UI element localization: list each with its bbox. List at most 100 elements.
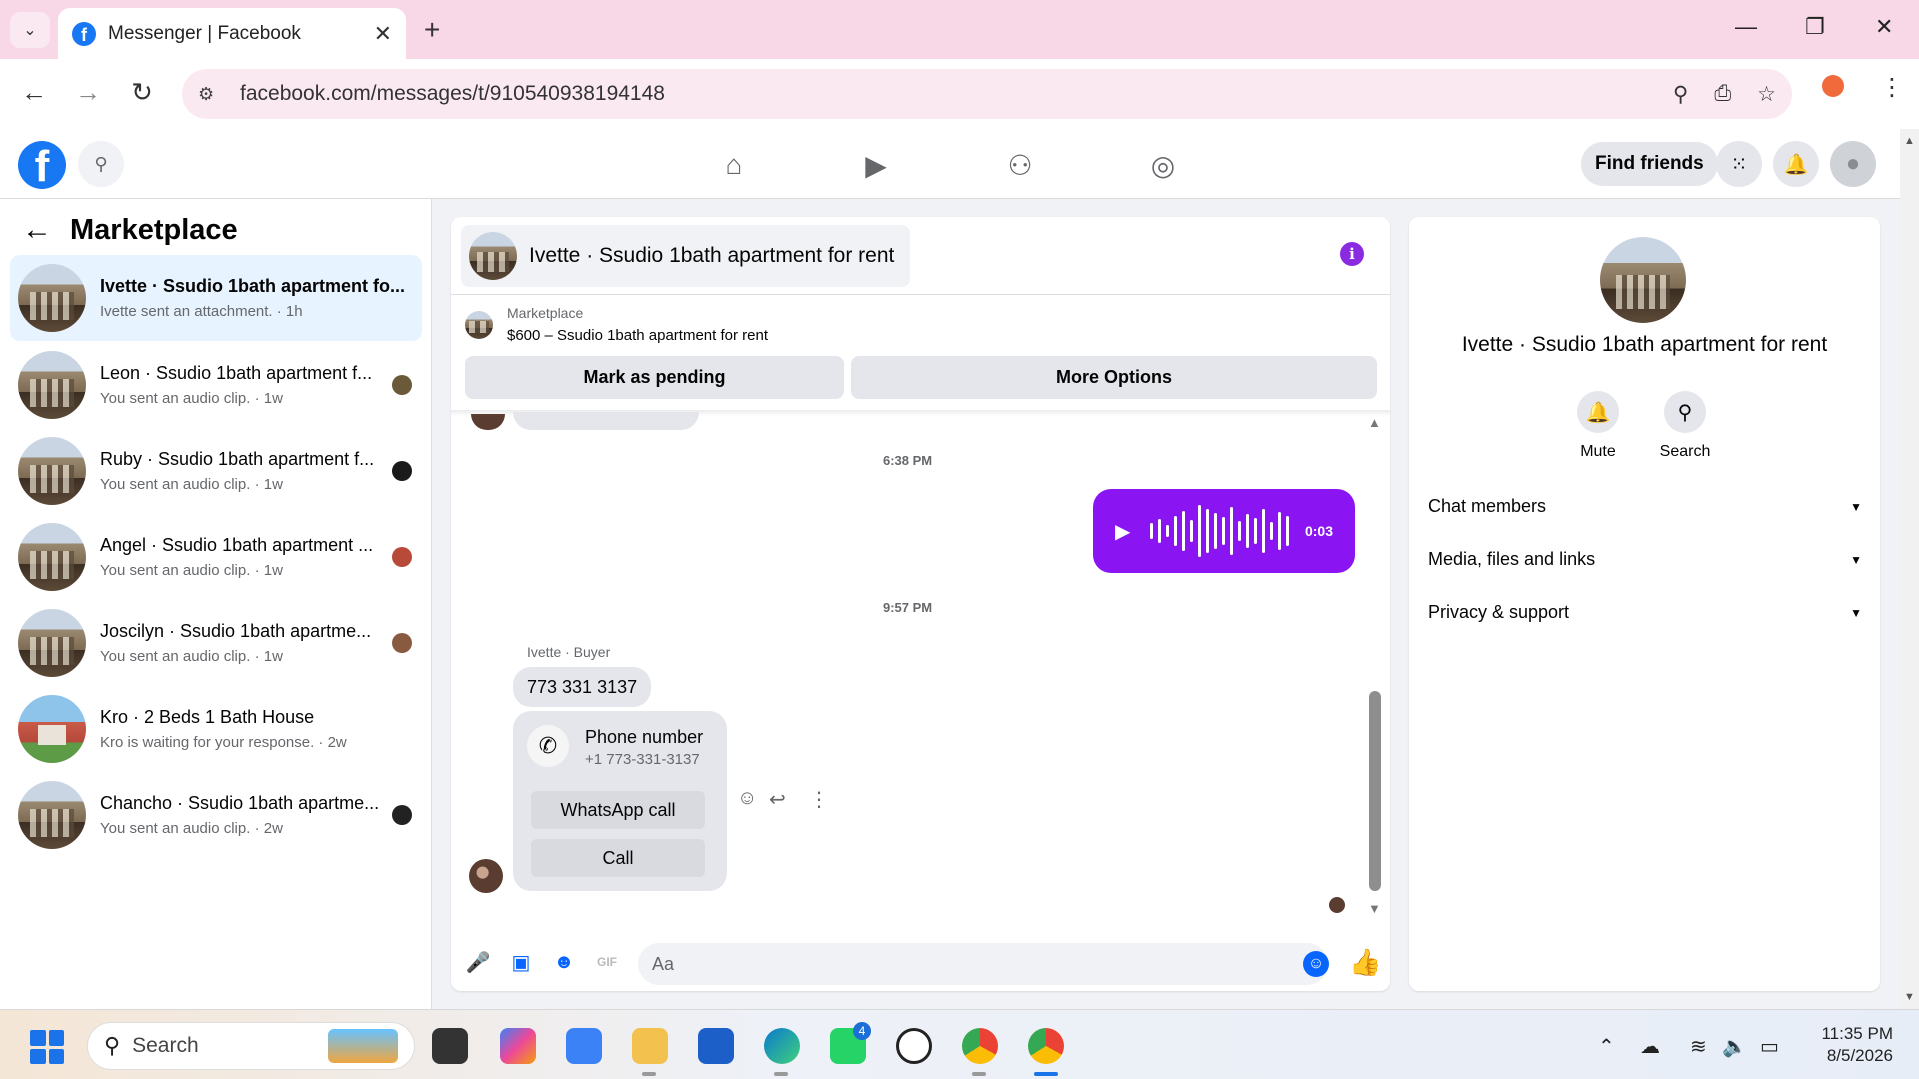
microsoft-store-icon[interactable] (698, 1028, 734, 1064)
message-input[interactable]: Aa (638, 943, 1328, 985)
message-bubble[interactable]: 773 331 3137 (513, 667, 652, 707)
find-friends-button[interactable]: Find friends (1581, 142, 1718, 186)
zoom-icon[interactable]: ⚲ (1673, 82, 1688, 107)
waveform-bar (1278, 512, 1282, 550)
avatar (18, 781, 86, 849)
scroll-up-arrow[interactable]: ▲ (1368, 415, 1381, 430)
mark-pending-button[interactable]: Mark as pending (465, 356, 844, 399)
close-tab-icon[interactable]: ✕ (374, 21, 392, 47)
task-view-icon[interactable] (432, 1028, 468, 1064)
conversation-sidebar: ← Marketplace Ivette · Ssudio 1bath apar… (0, 199, 432, 1009)
chevron-up-icon[interactable]: ⌃ (1598, 1034, 1615, 1059)
edge-icon[interactable] (764, 1028, 800, 1064)
profile-avatar[interactable]: ● (1830, 141, 1876, 187)
battery-icon[interactable]: ▭ (1760, 1034, 1779, 1059)
chatgpt-icon[interactable] (896, 1028, 932, 1064)
tab-search-button[interactable]: ⌄ (10, 12, 50, 48)
scroll-down-arrow[interactable]: ▼ (1904, 991, 1915, 1003)
notifications-bell-icon[interactable]: 🔔 (1773, 141, 1819, 187)
mute-label: Mute (1580, 443, 1616, 460)
call-button[interactable]: Call (531, 839, 705, 877)
menu-grid-icon[interactable]: ⁙ (1716, 141, 1762, 187)
reload-button[interactable]: ↻ (124, 77, 160, 108)
more-options-button[interactable]: More Options (851, 356, 1377, 399)
clock-date: 8/5/2026 (1826, 1046, 1893, 1065)
section-media-files-links[interactable]: Media, files and links ▼ (1428, 549, 1862, 570)
page-scrollbar[interactable]: ▲ ▼ (1900, 129, 1919, 1009)
avatar (18, 264, 86, 332)
groups-icon[interactable]: ◎ (1145, 147, 1181, 183)
conversation-name: Joscilyn · Ssudio 1bath apartme... (100, 621, 372, 641)
windows-start-icon[interactable] (30, 1030, 64, 1064)
react-emoji-icon[interactable]: ☺ (737, 787, 757, 810)
mute-button[interactable]: 🔔 Mute (1558, 391, 1638, 461)
site-info-icon[interactable]: ⚙ (198, 84, 222, 105)
install-app-icon[interactable]: ⎙ (1714, 82, 1731, 106)
message-bubble-partial (513, 412, 699, 430)
search-icon[interactable]: ⚲ (78, 141, 124, 187)
conversation-item[interactable]: Leon · Ssudio 1bath apartment f... You s… (10, 342, 422, 428)
conversation-item[interactable]: Kro · 2 Beds 1 Bath House Kro is waiting… (10, 686, 422, 772)
scroll-down-arrow[interactable]: ▼ (1368, 901, 1381, 916)
taskbar-search[interactable]: ⚲ Search (87, 1022, 415, 1070)
volume-icon[interactable]: 🔈 (1722, 1034, 1747, 1059)
photo-icon[interactable]: ▣ (508, 949, 534, 975)
reply-icon[interactable]: ↩ (769, 787, 786, 812)
microphone-icon[interactable]: 🎤 (465, 949, 491, 975)
facebook-logo[interactable]: f (18, 141, 66, 189)
running-indicator (642, 1072, 656, 1076)
chrome-profile-icon[interactable] (962, 1028, 998, 1064)
facebook-header: f ⚲ ⌂ ▶ ⚇ ◎ Find friends ⁙ 🔔 ● (0, 129, 1900, 199)
divider (451, 294, 1390, 295)
minimize-button[interactable]: — (1735, 14, 1757, 40)
scrollbar-thumb[interactable] (1369, 691, 1381, 891)
waveform-bar (1206, 509, 1210, 553)
file-explorer-icon[interactable] (632, 1028, 668, 1064)
sidebar-title: Marketplace (70, 213, 238, 246)
emoji-icon[interactable]: ☺ (1303, 951, 1329, 977)
info-icon[interactable]: i (1340, 242, 1364, 266)
back-button[interactable]: ← (16, 77, 52, 108)
sticker-icon[interactable]: ☻ (551, 949, 577, 975)
scroll-up-arrow[interactable]: ▲ (1904, 135, 1915, 147)
bookmark-star-icon[interactable]: ☆ (1757, 82, 1776, 107)
audio-message[interactable]: ▶ 0:03 (1093, 489, 1355, 573)
browser-menu-icon[interactable]: ⋮ (1880, 73, 1904, 102)
thumbs-up-icon[interactable]: 👍 (1349, 947, 1381, 978)
restore-button[interactable]: ❐ (1805, 14, 1825, 40)
new-tab-button[interactable]: + (424, 14, 440, 46)
browser-tab[interactable]: f Messenger | Facebook ✕ (58, 8, 406, 59)
conversation-item[interactable]: Chancho · Ssudio 1bath apartme... You se… (10, 772, 422, 858)
audio-waveform[interactable] (1150, 503, 1291, 559)
wifi-icon[interactable]: ≋ (1690, 1034, 1707, 1059)
section-chat-members[interactable]: Chat members ▼ (1428, 496, 1862, 517)
address-bar[interactable]: ⚙ facebook.com/messages/t/91054093819414… (182, 69, 1792, 119)
chat-header[interactable]: Ivette · Ssudio 1bath apartment for rent (461, 225, 911, 287)
marketplace-listing[interactable]: Marketplace $600 – Ssudio 1bath apartmen… (465, 305, 768, 344)
section-privacy-support[interactable]: Privacy & support ▼ (1428, 602, 1862, 623)
chrome-icon[interactable] (1028, 1028, 1064, 1064)
close-window-button[interactable]: ✕ (1875, 14, 1893, 40)
copilot-icon[interactable] (500, 1028, 536, 1064)
more-actions-icon[interactable]: ⋮ (809, 787, 829, 812)
onedrive-cloud-icon[interactable]: ☁ (1640, 1034, 1660, 1059)
extension-icon[interactable] (1822, 75, 1844, 97)
video-icon[interactable]: ▶ (858, 147, 894, 183)
conversation-item[interactable]: Angel · Ssudio 1bath apartment ... You s… (10, 514, 422, 600)
gif-icon[interactable]: GIF (594, 949, 620, 975)
home-icon[interactable]: ⌂ (716, 147, 752, 183)
conversation-item[interactable]: Joscilyn · Ssudio 1bath apartme... You s… (10, 600, 422, 686)
whatsapp-call-button[interactable]: WhatsApp call (531, 791, 705, 829)
forward-button[interactable]: → (70, 77, 106, 108)
back-arrow-icon[interactable]: ← (22, 213, 52, 247)
system-clock[interactable]: 11:35 PM 8/5/2026 (1808, 1023, 1893, 1067)
play-icon[interactable]: ▶ (1115, 519, 1130, 544)
url-text[interactable]: facebook.com/messages/t/910540938194148 (240, 82, 1647, 106)
conversation-item[interactable]: Ruby · Ssudio 1bath apartment f... You s… (10, 428, 422, 514)
windows-taskbar: ⚲ Search 4 ⌃ ☁ ≋ 🔈 ▭ 11:35 PM 8/5/2026 (0, 1009, 1919, 1079)
notepad-icon[interactable] (566, 1028, 602, 1064)
search-conversation-button[interactable]: ⚲ Search (1645, 391, 1725, 461)
chat-info-panel: Ivette · Ssudio 1bath apartment for rent… (1409, 217, 1880, 991)
conversation-item[interactable]: Ivette · Ssudio 1bath apartment fo... Iv… (10, 255, 422, 341)
friends-icon[interactable]: ⚇ (1002, 147, 1038, 183)
